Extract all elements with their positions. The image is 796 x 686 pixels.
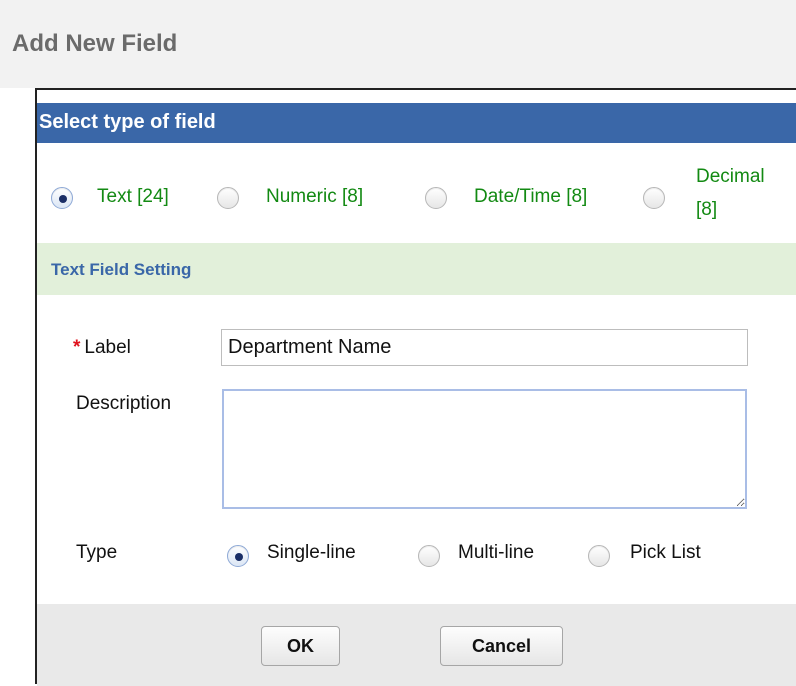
field-type-decimal-label-line1[interactable]: Decimal <box>696 166 765 188</box>
field-type-numeric-radio[interactable] <box>217 187 239 209</box>
type-pick-list-label[interactable]: Pick List <box>630 542 701 564</box>
dialog-titlebar: Select type of field <box>37 103 796 143</box>
field-type-text-radio[interactable] <box>51 187 73 209</box>
text-field-setting-bar: Text Field Setting <box>37 243 796 295</box>
field-type-text-label[interactable]: Text [24] <box>97 186 169 208</box>
ok-button[interactable]: OK <box>261 626 340 666</box>
add-field-dialog: Select type of field Text [24] Numeric [… <box>35 88 796 686</box>
type-single-line-label[interactable]: Single-line <box>267 542 356 564</box>
label-input[interactable] <box>221 329 748 366</box>
cancel-button[interactable]: Cancel <box>440 626 563 666</box>
type-pick-list-radio[interactable] <box>588 545 610 567</box>
dialog-footer: OK Cancel <box>37 604 796 686</box>
section-title: Text Field Setting <box>51 260 192 279</box>
type-multi-line-radio[interactable] <box>418 545 440 567</box>
description-textarea[interactable] <box>222 389 747 509</box>
page-title: Add New Field <box>12 30 178 57</box>
field-type-datetime-label[interactable]: Date/Time [8] <box>474 186 587 208</box>
dialog-title: Select type of field <box>39 111 216 133</box>
label-caption: * Label <box>73 337 131 359</box>
type-single-line-radio[interactable] <box>227 545 249 567</box>
type-caption: Type <box>76 542 118 563</box>
description-caption: Description <box>76 393 172 414</box>
field-type-decimal-label-line2[interactable]: [8] <box>696 199 717 221</box>
field-type-decimal-radio[interactable] <box>643 187 665 209</box>
required-mark: * <box>73 337 81 358</box>
field-type-datetime-radio[interactable] <box>425 187 447 209</box>
type-multi-line-label[interactable]: Multi-line <box>458 542 534 564</box>
page-header: Add New Field <box>0 0 796 88</box>
label-caption-text: Label <box>84 337 131 358</box>
field-type-numeric-label[interactable]: Numeric [8] <box>266 186 363 208</box>
